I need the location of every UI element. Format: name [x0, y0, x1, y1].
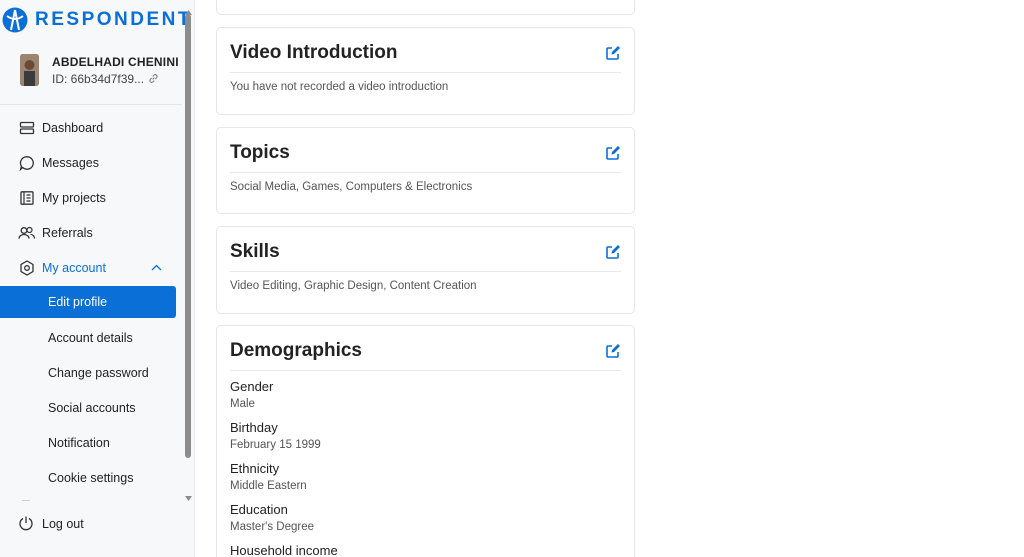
avatar[interactable] — [20, 54, 39, 86]
sidebar-item-messages[interactable]: Messages — [0, 145, 182, 180]
card-title: Demographics — [230, 340, 362, 361]
sidebar-item-label: Referrals — [42, 225, 93, 240]
sidebar-subitem-label: Change password — [48, 365, 149, 380]
edit-icon[interactable] — [605, 145, 621, 161]
sidebar-subitem-label: Social accounts — [48, 400, 136, 415]
demographic-value-education: Master's Degree — [230, 521, 315, 533]
sidebar-item-my-account[interactable]: My account — [0, 250, 182, 285]
sidebar-subitem-label: Account details — [48, 330, 133, 345]
video-introduction-card: Video Introduction You have not recorded… — [216, 27, 635, 115]
user-id: ID: 66b34d7f39... — [52, 71, 145, 86]
logout-separator — [22, 500, 30, 501]
brand-name: RESPONDENT — [35, 9, 192, 30]
user-profile: ABDELHADI CHENINI ID: 66b34d7f39... — [20, 54, 179, 86]
scroll-down-arrow-icon[interactable] — [185, 488, 192, 506]
sidebar-item-projects[interactable]: My projects — [0, 180, 182, 215]
user-name: ABDELHADI CHENINI — [52, 54, 179, 69]
edit-icon[interactable] — [605, 45, 621, 61]
demographic-label-education: Education — [230, 502, 288, 517]
sidebar-item-referrals[interactable]: Referrals — [0, 215, 182, 250]
user-id-row: ID: 66b34d7f39... — [52, 72, 179, 86]
respondent-logo[interactable]: RESPONDENT — [2, 6, 192, 34]
dashboard-icon — [18, 119, 35, 136]
sidebar-subitem-label: Notification — [48, 435, 110, 450]
sidebar-subitem-edit-profile[interactable]: Edit profile — [0, 286, 176, 318]
demographic-label-gender: Gender — [230, 379, 274, 394]
sidebar-subitem-cookie-settings[interactable]: Cookie settings — [0, 460, 182, 495]
card-text: Video Editing, Graphic Design, Content C… — [230, 280, 477, 292]
scroll-thumb[interactable] — [185, 14, 191, 458]
sidebar-item-label: My projects — [42, 190, 106, 205]
people-icon — [18, 224, 35, 241]
demographic-label-birthday: Birthday — [230, 420, 278, 435]
previous-card-bottom — [216, 0, 635, 15]
respondent-logo-icon — [2, 7, 28, 33]
demographic-value-ethnicity: Middle Eastern — [230, 480, 307, 492]
sidebar-subitem-notification[interactable]: Notification — [0, 425, 182, 460]
card-title: Video Introduction — [230, 42, 398, 63]
card-text: Social Media, Games, Computers & Electro… — [230, 181, 473, 193]
card-text: You have not recorded a video introducti… — [230, 81, 449, 93]
edit-icon[interactable] — [605, 343, 621, 359]
hexagon-gear-icon — [18, 259, 35, 276]
sidebar-item-dashboard[interactable]: Dashboard — [0, 110, 182, 145]
sidebar-nav: Dashboard Messages My projects Referrals… — [0, 110, 182, 495]
sidebar-item-label: Messages — [42, 155, 99, 170]
demographic-value-birthday: February 15 1999 — [230, 439, 321, 451]
clipboard-icon — [18, 189, 35, 206]
sidebar-subitem-label: Cookie settings — [48, 470, 134, 485]
topics-card: Topics Social Media, Games, Computers & … — [216, 127, 635, 214]
demographics-list: Gender Male Birthday February 15 1999 Et… — [217, 371, 634, 557]
logout-label: Log out — [42, 516, 84, 531]
chevron-up-icon[interactable] — [151, 264, 162, 271]
card-title: Skills — [230, 241, 280, 262]
sidebar-subitem-social-accounts[interactable]: Social accounts — [0, 390, 182, 425]
chat-bubble-icon — [18, 154, 35, 171]
sidebar-scrollbar[interactable] — [184, 0, 192, 501]
link-icon[interactable] — [148, 73, 159, 84]
sidebar-subitem-change-password[interactable]: Change password — [0, 355, 182, 390]
sidebar-subitem-account-details[interactable]: Account details — [0, 320, 182, 355]
power-icon — [18, 515, 35, 532]
demographic-label-ethnicity: Ethnicity — [230, 461, 280, 476]
sidebar: RESPONDENT ABDELHADI CHENINI ID: 66b34d7… — [0, 0, 195, 557]
sidebar-divider — [0, 104, 182, 105]
skills-card: Skills Video Editing, Graphic Design, Co… — [216, 226, 635, 314]
logout-button[interactable]: Log out — [18, 515, 84, 532]
sidebar-item-label: My account — [42, 260, 106, 275]
sidebar-item-label: Dashboard — [42, 120, 104, 135]
sidebar-subitem-label: Edit profile — [48, 295, 108, 309]
demographic-value-gender: Male — [230, 398, 255, 410]
demographic-label-household-income: Household income — [230, 543, 338, 557]
demographics-card: Demographics Gender Male Birthday Februa… — [216, 325, 635, 557]
card-title: Topics — [230, 142, 290, 163]
edit-icon[interactable] — [605, 244, 621, 260]
